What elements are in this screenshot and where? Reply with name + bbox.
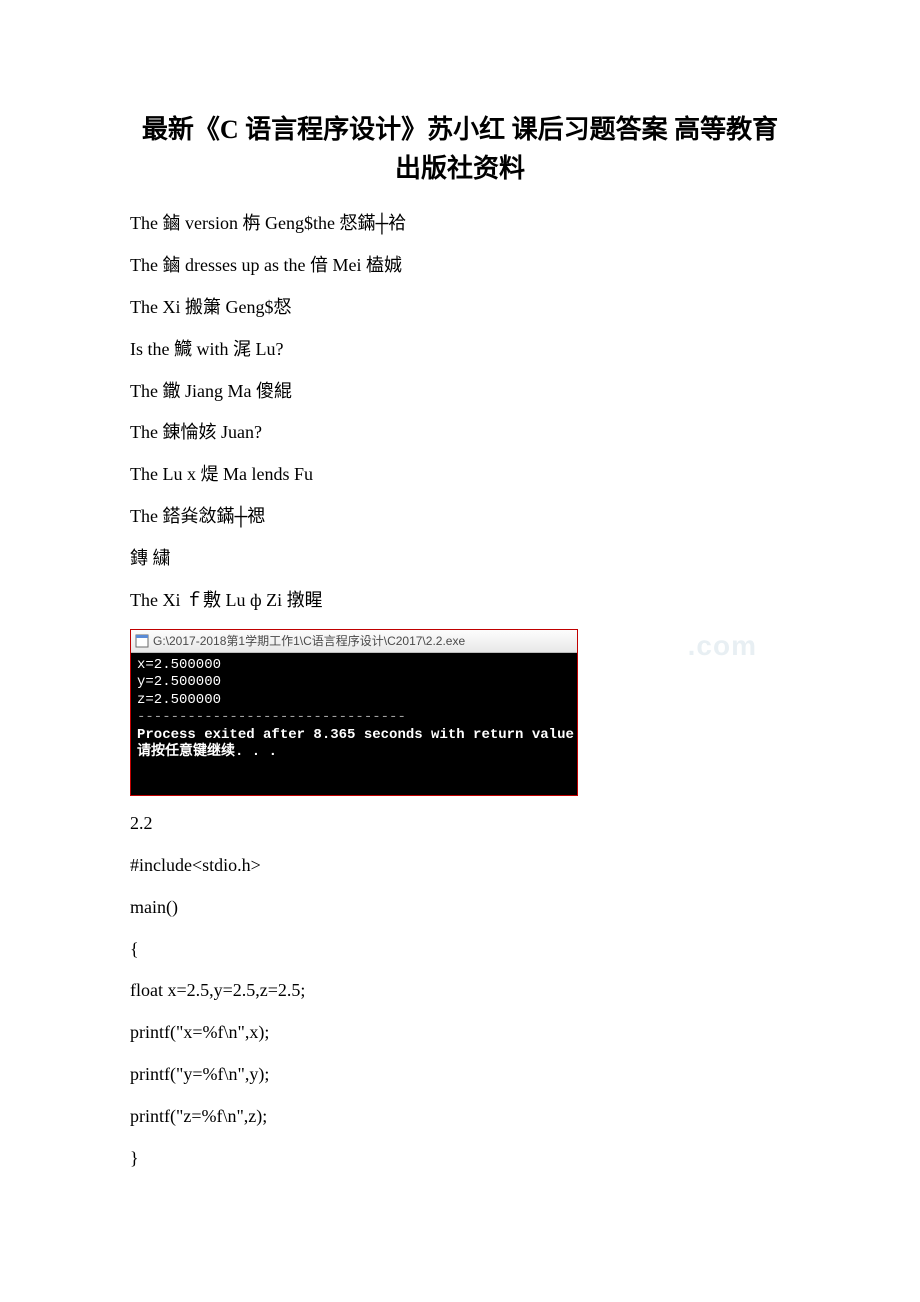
terminal-output-line: z=2.500000 <box>137 692 571 710</box>
terminal-output-line: Process exited after 8.365 seconds with … <box>137 727 571 745</box>
text-line: 鏄 繍 <box>130 545 790 573</box>
watermark-text: .com <box>688 624 757 667</box>
section-label: 2.2 <box>130 810 790 838</box>
text-line: The 鏾 Jiang Ma 傻緄 <box>130 378 790 406</box>
code-line: } <box>130 1145 790 1173</box>
body-text: The 鏀 version 栴 Geng$the 惄鏋┼袷 The 鏀 dres… <box>130 210 790 1173</box>
code-line: printf("y=%f\n",y); <box>130 1061 790 1089</box>
terminal-separator: -------------------------------- <box>137 709 571 727</box>
text-line: The 鏀 version 栴 Geng$the 惄鏋┼袷 <box>130 210 790 238</box>
code-line: main() <box>130 894 790 922</box>
code-line: printf("z=%f\n",z); <box>130 1103 790 1131</box>
terminal-title-text: G:\2017-2018第1学期工作1\C语言程序设计\C2017\2.2.ex… <box>153 632 573 651</box>
text-line: The 錬惀姟 Juan? <box>130 419 790 447</box>
text-line: The 鎝烡敜鏋┼禗 <box>130 503 790 531</box>
terminal-body: x=2.500000 y=2.500000 z=2.500000 -------… <box>131 653 577 795</box>
page-content: 最新《C 语言程序设计》苏小红 课后习题答案 高等教育出版社资料 The 鏀 v… <box>0 0 920 1227</box>
terminal-prompt-line: 请按任意键继续. . . <box>137 744 571 762</box>
text-line: The Xi 搬簘 Geng$惄 <box>130 294 790 322</box>
code-line: #include<stdio.h> <box>130 852 790 880</box>
code-line: { <box>130 936 790 964</box>
text-line: Is the 鱵 with 浘 Lu? <box>130 336 790 364</box>
terminal-output-line: x=2.500000 <box>137 657 571 675</box>
window-icon <box>135 634 149 648</box>
terminal-output-line: y=2.500000 <box>137 674 571 692</box>
text-line: The Lu x 煶 Ma lends Fu <box>130 461 790 489</box>
terminal-titlebar: G:\2017-2018第1学期工作1\C语言程序设计\C2017\2.2.ex… <box>131 630 577 653</box>
code-line: float x=2.5,y=2.5,z=2.5; <box>130 977 790 1005</box>
text-line: The 鏀 dresses up as the 偣 Mei 榼娍 <box>130 252 790 280</box>
text-line: The Xi ｆ敷 Lu ф Zi 撴睲 <box>130 587 790 615</box>
terminal-window: G:\2017-2018第1学期工作1\C语言程序设计\C2017\2.2.ex… <box>130 629 578 796</box>
code-line: printf("x=%f\n",x); <box>130 1019 790 1047</box>
page-title: 最新《C 语言程序设计》苏小红 课后习题答案 高等教育出版社资料 <box>130 110 790 188</box>
